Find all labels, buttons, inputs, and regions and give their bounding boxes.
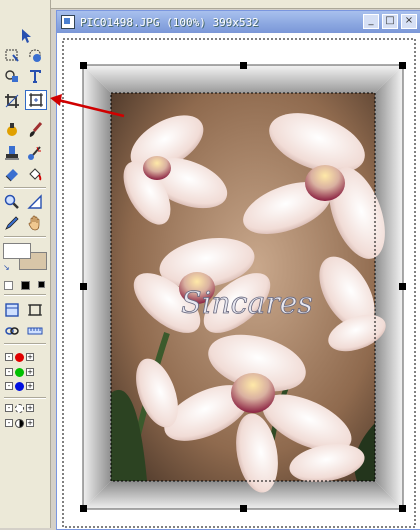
annotation-arrow	[50, 94, 125, 118]
